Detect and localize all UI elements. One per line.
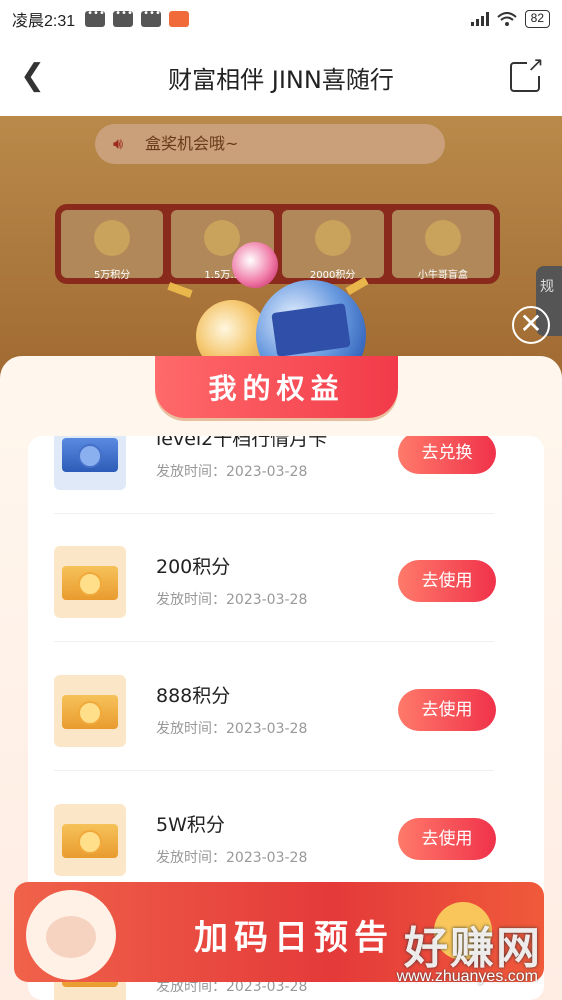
app-notification-icon [169, 11, 190, 27]
points-thumbnail [54, 804, 126, 876]
item-date: 发放时间：2023-03-28 [156, 850, 308, 866]
list-item: 888积分 发放时间：2023-03-28 去使用 [28, 643, 544, 771]
message-icon [113, 8, 134, 27]
page-title: 财富相伴 JINN喜随行 [168, 65, 394, 94]
prize-item: 5万积分 [61, 210, 164, 281]
notice-bar: 🔊︎ 盒奖机会哦~ [95, 124, 445, 164]
item-name: 888积分 [156, 685, 231, 707]
points-thumbnail [54, 546, 126, 618]
nav-bar: ❮ 财富相伴 JINN喜随行 [0, 38, 562, 116]
status-bar: 凌晨2:31 82 [0, 0, 562, 38]
close-icon[interactable]: ✕ [512, 306, 550, 344]
exchange-button[interactable]: 去兑换 [398, 436, 496, 474]
divider [54, 641, 494, 642]
back-arrow-icon[interactable]: ❮ [20, 58, 56, 94]
item-date: 发放时间：2023-03-28 [156, 592, 308, 608]
banner-text: 加码日预告 [194, 918, 394, 958]
item-date: 发放时间：2023-03-28 [156, 721, 308, 737]
prize-item: 小牛哥盲盒 [391, 210, 494, 281]
use-button[interactable]: 去使用 [398, 689, 496, 731]
speaker-icon: 🔊︎ [113, 134, 124, 153]
notice-text: 盒奖机会哦~ [145, 134, 239, 153]
signal-icon [470, 12, 489, 26]
item-name: 5W积分 [156, 814, 225, 836]
prize-item: 2000积分 [281, 210, 384, 281]
prize-row: 5万积分 1.5万… 2000积分 小牛哥盲盒 [55, 204, 500, 284]
wifi-icon [496, 12, 517, 26]
list-item: 5W积分 发放时间：2023-03-28 去使用 [28, 772, 544, 900]
pink-bubble-decoration [232, 242, 278, 288]
item-date: 发放时间：2023-03-28 [156, 464, 308, 480]
watermark-url: www.zhuanyes.com [396, 968, 538, 985]
sheet-title: 我的权益 [208, 372, 345, 405]
divider [54, 770, 494, 771]
list-item: level2十档行情月卡 发放时间：2023-03-28 去兑换 [28, 436, 544, 514]
message-icon [141, 8, 162, 27]
item-name: 200积分 [156, 556, 231, 578]
item-name: level2十档行情月卡 [156, 436, 328, 450]
battery-indicator: 82 [524, 10, 550, 28]
cow-mascot-icon [26, 890, 116, 980]
sheet-header: 我的权益 [155, 356, 398, 418]
message-icon [85, 8, 106, 27]
watermark-logo: 好赚网 [404, 923, 542, 974]
share-icon[interactable] [510, 52, 544, 92]
use-button[interactable]: 去使用 [398, 818, 496, 860]
points-thumbnail [54, 675, 126, 747]
list-item: 200积分 发放时间：2023-03-28 去使用 [28, 514, 544, 642]
vip-card-thumbnail [54, 436, 126, 490]
use-button[interactable]: 去使用 [398, 560, 496, 602]
status-time: 凌晨2:31 [12, 13, 76, 30]
